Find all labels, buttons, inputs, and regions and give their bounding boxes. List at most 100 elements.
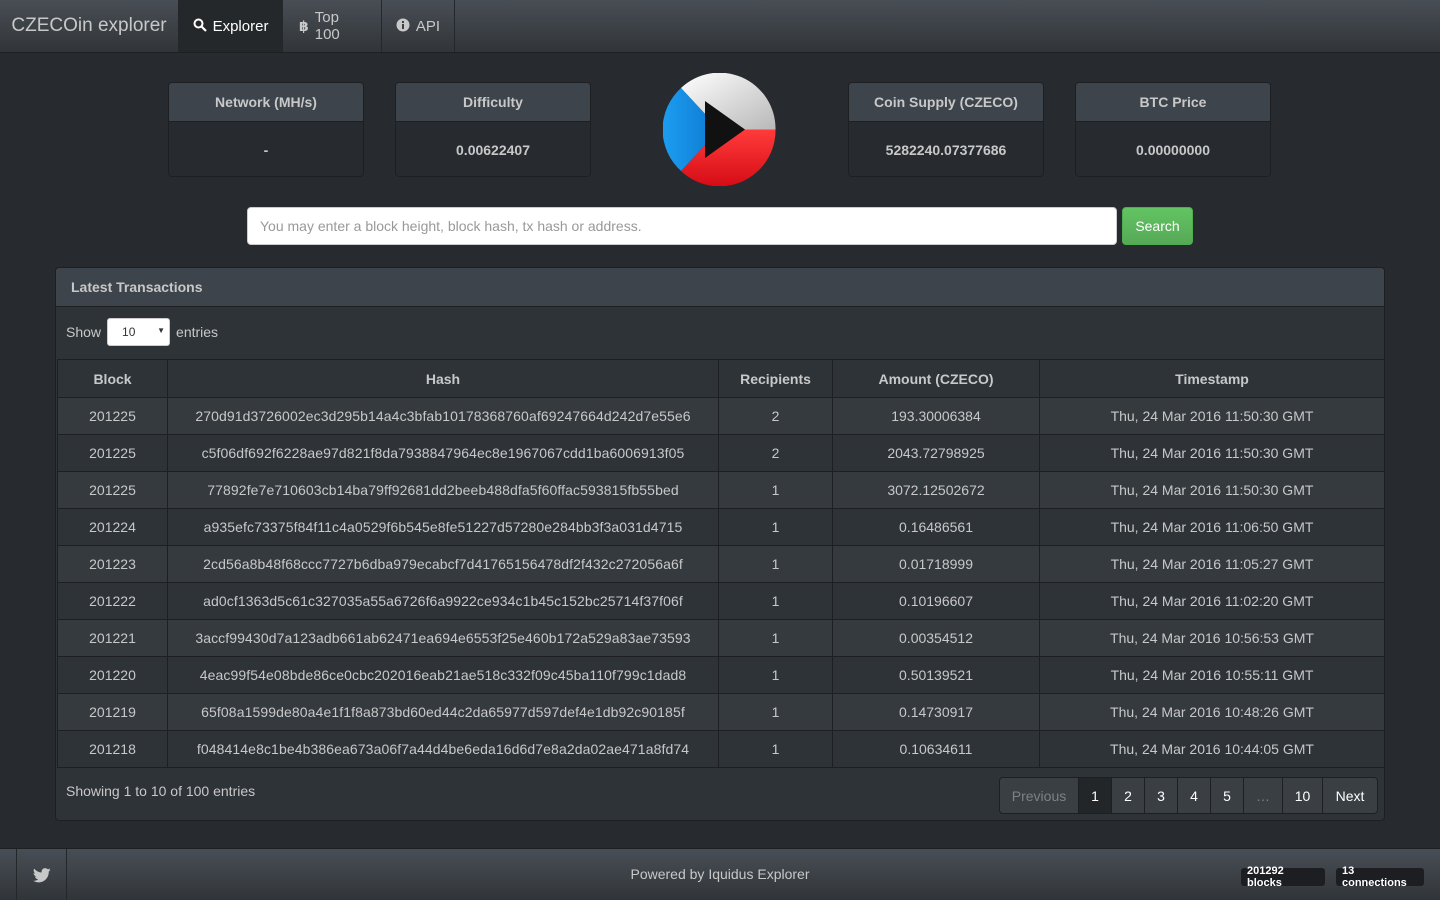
- coin-logo: [663, 73, 776, 186]
- pager-ellipsis: …: [1244, 778, 1283, 813]
- table-row[interactable]: 201225 c5f06df692f6228ae97d821f8da7938847…: [57, 434, 1384, 472]
- nav-explorer-label: Explorer: [212, 17, 269, 35]
- cell-recipients: 2: [718, 434, 833, 472]
- cell-amount: 0.16486561: [832, 508, 1040, 546]
- table-row[interactable]: 201219 65f08a1599de80a4e1f1f8a873bd60ed44…: [57, 693, 1384, 731]
- cell-block[interactable]: 201220: [57, 656, 168, 694]
- nav-explorer[interactable]: Explorer: [179, 0, 283, 52]
- cell-amount: 0.10196607: [832, 582, 1040, 620]
- cell-block[interactable]: 201225: [57, 434, 168, 472]
- stat-supply-value: 5282240.07377686: [885, 141, 1007, 158]
- brand-link[interactable]: CZECOin explorer: [0, 0, 179, 52]
- table-row[interactable]: 201220 4eac99f54e08bde86ce0cbc202016eab21…: [57, 656, 1384, 694]
- search-input[interactable]: [247, 207, 1117, 245]
- cell-timestamp: Thu, 24 Mar 2016 10:56:53 GMT: [1039, 619, 1384, 657]
- length-control: Show 10 ▼ entries: [66, 318, 218, 346]
- cell-hash[interactable]: f048414e8c1be4b386ea673a06f7a44d4be6eda1…: [167, 730, 719, 768]
- entries-label: entries: [176, 324, 219, 340]
- bitcoin-icon: ฿: [299, 17, 309, 34]
- table-row[interactable]: 201222 ad0cf1363d5c61c327035a55a6726f6a99…: [57, 582, 1384, 620]
- cell-recipients: 1: [718, 582, 833, 620]
- table-row[interactable]: 201224 a935efc73375f84f11c4a0529f6b545e8f…: [57, 508, 1384, 546]
- pager-page-4[interactable]: 4: [1178, 778, 1211, 813]
- table-row[interactable]: 201218 f048414e8c1be4b386ea673a06f7a44d4b…: [57, 730, 1384, 768]
- cell-hash[interactable]: 270d91d3726002ec3d295b14a4c3bfab10178368…: [167, 397, 719, 435]
- col-hash[interactable]: Hash: [167, 359, 719, 398]
- show-label: Show: [66, 324, 102, 340]
- pager-page-3[interactable]: 3: [1145, 778, 1178, 813]
- table-info: Showing 1 to 10 of 100 entries: [66, 783, 256, 799]
- stat-network: Network (MH/s) -: [168, 82, 364, 177]
- cell-timestamp: Thu, 24 Mar 2016 11:06:50 GMT: [1039, 508, 1384, 546]
- pager-page-2[interactable]: 2: [1112, 778, 1145, 813]
- stat-btc-price-label: BTC Price: [1076, 83, 1270, 122]
- table-header-row: Block Hash Recipients Amount (CZECO) Tim…: [57, 359, 1384, 398]
- stat-network-label: Network (MH/s): [169, 83, 363, 122]
- col-block[interactable]: Block: [57, 359, 168, 398]
- table-row[interactable]: 201225 270d91d3726002ec3d295b14a4c3bfab10…: [57, 397, 1384, 435]
- length-value: 10: [122, 325, 136, 339]
- pager-next[interactable]: Next: [1323, 778, 1377, 813]
- table-row[interactable]: 201225 77892fe7e710603cb14ba79ff92681dd2b…: [57, 471, 1384, 509]
- col-timestamp[interactable]: Timestamp: [1039, 359, 1384, 398]
- cell-recipients: 1: [718, 693, 833, 731]
- nav-api[interactable]: API: [382, 0, 455, 52]
- cell-timestamp: Thu, 24 Mar 2016 10:44:05 GMT: [1039, 730, 1384, 768]
- cell-recipients: 1: [718, 656, 833, 694]
- cell-recipients: 2: [718, 397, 833, 435]
- cell-hash[interactable]: 65f08a1599de80a4e1f1f8a873bd60ed44c2da65…: [167, 693, 719, 731]
- powered-by: Powered by Iquidus Explorer: [630, 866, 810, 882]
- cell-recipients: 1: [718, 730, 833, 768]
- cell-block[interactable]: 201225: [57, 397, 168, 435]
- cell-timestamp: Thu, 24 Mar 2016 10:48:26 GMT: [1039, 693, 1384, 731]
- cell-hash[interactable]: 3accf99430d7a123adb661ab62471ea694e6553f…: [167, 619, 719, 657]
- cell-recipients: 1: [718, 619, 833, 657]
- table-row[interactable]: 201221 3accf99430d7a123adb661ab62471ea694…: [57, 619, 1384, 657]
- cell-block[interactable]: 201223: [57, 545, 168, 583]
- caret-down-icon: ▼: [157, 326, 166, 335]
- latest-transactions-panel: Latest Transactions Show 10 ▼ entries Bl…: [55, 267, 1385, 821]
- transactions-table: Block Hash Recipients Amount (CZECO) Tim…: [57, 359, 1384, 768]
- table-row[interactable]: 201223 2cd56a8b48f68ccc7727b6dba979ecabcf…: [57, 545, 1384, 583]
- cell-hash[interactable]: 77892fe7e710603cb14ba79ff92681dd2beeb488…: [167, 471, 719, 509]
- col-recipients[interactable]: Recipients: [718, 359, 833, 398]
- cell-hash[interactable]: c5f06df692f6228ae97d821f8da7938847964ec8…: [167, 434, 719, 472]
- cell-timestamp: Thu, 24 Mar 2016 11:50:30 GMT: [1039, 397, 1384, 435]
- cell-hash[interactable]: 4eac99f54e08bde86ce0cbc202016eab21ae518c…: [167, 656, 719, 694]
- cell-hash[interactable]: ad0cf1363d5c61c327035a55a6726f6a9922ce93…: [167, 582, 719, 620]
- cell-hash[interactable]: 2cd56a8b48f68ccc7727b6dba979ecabcf7d4176…: [167, 545, 719, 583]
- cell-recipients: 1: [718, 545, 833, 583]
- cell-block[interactable]: 201224: [57, 508, 168, 546]
- entries-length-select[interactable]: 10 ▼: [107, 318, 171, 346]
- nav-api-label: API: [415, 17, 441, 35]
- pager-page-5[interactable]: 5: [1211, 778, 1244, 813]
- connections-badge: 13 connections: [1336, 865, 1424, 889]
- cell-timestamp: Thu, 24 Mar 2016 10:55:11 GMT: [1039, 656, 1384, 694]
- stat-supply: Coin Supply (CZECO) 5282240.07377686: [848, 82, 1044, 177]
- stat-supply-label: Coin Supply (CZECO): [849, 83, 1043, 122]
- cell-amount: 2043.72798925: [832, 434, 1040, 472]
- panel-title: Latest Transactions: [56, 268, 1384, 307]
- footer: Powered by Iquidus Explorer 201292 block…: [0, 848, 1440, 900]
- search-icon: [193, 18, 207, 35]
- cell-block[interactable]: 201218: [57, 730, 168, 768]
- nav-top100[interactable]: ฿ Top 100: [283, 0, 382, 52]
- cell-amount: 0.01718999: [832, 545, 1040, 583]
- stat-network-value: -: [263, 141, 269, 158]
- cell-hash[interactable]: a935efc73375f84f11c4a0529f6b545e8fe51227…: [167, 508, 719, 546]
- col-amount[interactable]: Amount (CZECO): [832, 359, 1040, 398]
- cell-timestamp: Thu, 24 Mar 2016 11:50:30 GMT: [1039, 434, 1384, 472]
- cell-timestamp: Thu, 24 Mar 2016 11:50:30 GMT: [1039, 471, 1384, 509]
- pager-page-10[interactable]: 10: [1283, 778, 1323, 813]
- cell-block[interactable]: 201222: [57, 582, 168, 620]
- cell-timestamp: Thu, 24 Mar 2016 11:02:20 GMT: [1039, 582, 1384, 620]
- search-button[interactable]: Search: [1122, 207, 1193, 245]
- stat-btc-price: BTC Price 0.00000000: [1075, 82, 1271, 177]
- pager-page-1[interactable]: 1: [1079, 778, 1112, 813]
- cell-amount: 0.50139521: [832, 656, 1040, 694]
- pager-previous[interactable]: Previous: [1000, 778, 1079, 813]
- cell-block[interactable]: 201221: [57, 619, 168, 657]
- cell-block[interactable]: 201219: [57, 693, 168, 731]
- cell-amount: 0.14730917: [832, 693, 1040, 731]
- cell-block[interactable]: 201225: [57, 471, 168, 509]
